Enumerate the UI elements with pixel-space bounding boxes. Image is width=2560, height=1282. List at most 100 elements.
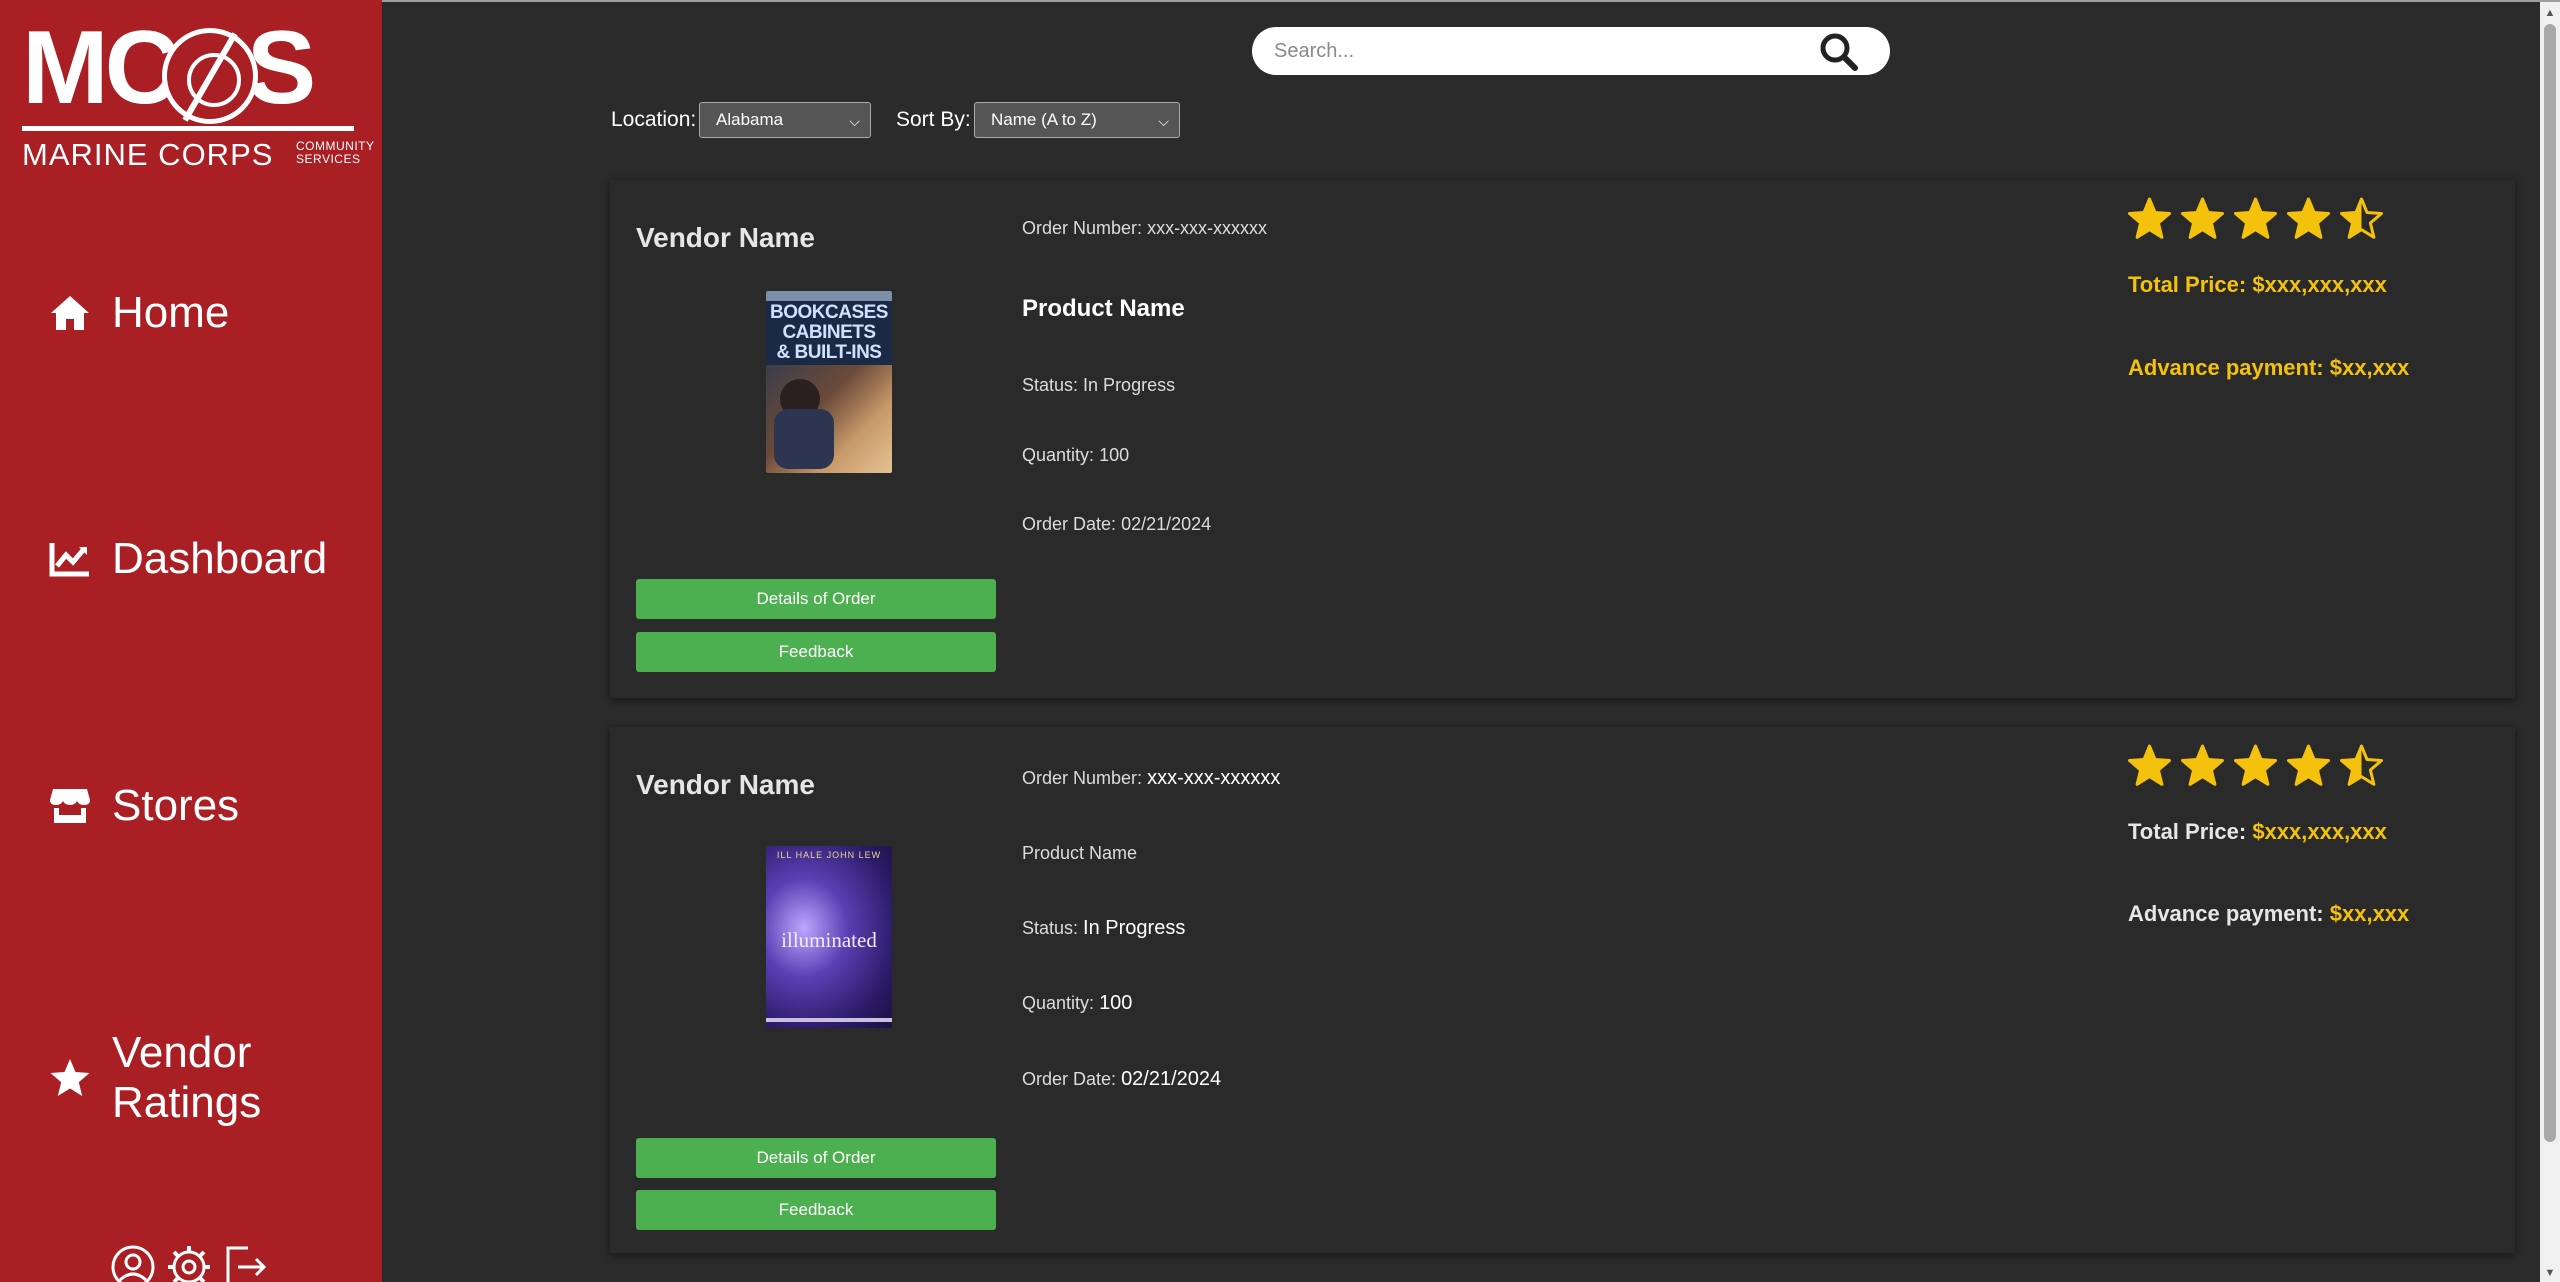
feedback-button[interactable]: Feedback [636,632,996,672]
order-card: Vendor Name BOOKCASES CABINETS & BUILT-I… [610,180,2515,698]
page-scrollbar[interactable]: ▲ ▼ [2540,2,2560,1282]
total-price-value: $xxx,xxx,xxx [2252,819,2387,844]
status-label: Status: [1022,918,1079,938]
advance-payment-value: $xx,xxx [2329,901,2410,926]
advance-payment: Advance payment: $xx,xxx [2128,355,2409,381]
sidebar-item-label: Stores [112,781,240,830]
status-value: In Progress [1083,375,1176,395]
order-number-label: Order Number: [1022,768,1143,788]
logo-services: SERVICES [296,152,361,166]
sidebar-item-vendor-ratings[interactable]: Vendor Ratings [48,1028,261,1128]
advance-payment-value: $xx,xxx [2329,355,2410,380]
order-quantity: Quantity: 100 [1022,992,1132,1015]
mccs-logo[interactable]: MCCS MARINE CORPS COMMUNITY SERVICES [22,16,374,172]
order-number-label: Order Number: [1022,218,1143,238]
logo-rule [22,126,354,131]
quantity-value: 100 [1099,992,1133,1014]
order-status: Status: In Progress [1022,917,1185,940]
sidebar-item-label-line2: Ratings [112,1078,262,1127]
thumbnail-line: BOOKCASES [770,302,888,323]
ega-emblem-icon [162,28,258,124]
scroll-up-arrow-icon[interactable]: ▲ [2540,4,2560,22]
thumbnail-line: CABINETS [782,322,876,343]
sidebar-item-stores[interactable]: Stores [48,781,239,831]
star-full-icon [2287,744,2330,787]
order-number: Order Number: xxx-xxx-xxxxxx [1022,218,1267,239]
order-number-value: xxx-xxx-xxxxxx [1147,767,1281,789]
order-date-label: Order Date: [1022,514,1117,534]
home-icon [48,291,92,335]
advance-payment: Advance payment: $xx,xxx [2128,901,2409,927]
quantity-value: 100 [1099,445,1130,465]
star-full-icon [2128,197,2171,240]
user-profile-icon[interactable] [110,1244,156,1282]
location-select-value: Alabama [716,110,784,129]
quantity-label: Quantity: [1022,993,1095,1013]
star-full-icon [2128,744,2171,787]
order-date-value: 02/21/2024 [1121,514,1212,534]
order-number: Order Number: xxx-xxx-xxxxxx [1022,767,1280,790]
logo-community-services: COMMUNITY SERVICES [296,140,375,166]
product-name: Product Name [1022,843,1138,863]
vendor-rating-stars [2128,744,2383,787]
thumbnail-line: & BUILT-INS [776,342,882,363]
sidebar-bottom-actions [110,1244,268,1282]
total-price: Total Price: $xxx,xxx,xxx [2128,272,2387,298]
order-date: Order Date: 02/21/2024 [1022,1068,1221,1091]
sidebar-item-label: Home [112,288,230,337]
vendor-name: Vendor Name [636,769,815,800]
sort-select[interactable]: Name (A to Z) ⌵ [974,102,1180,138]
vendor-name: Vendor Name [636,222,815,253]
product-thumbnail[interactable]: BOOKCASES CABINETS & BUILT-INS [766,291,892,473]
star-icon [48,1056,92,1100]
thumbnail-authors: ILL HALE JOHN LEW [776,850,882,860]
logout-icon[interactable] [222,1244,268,1282]
sidebar-item-label: Vendor Ratings [112,1028,261,1128]
chevron-down-icon: ⌵ [849,113,860,129]
order-date-label: Order Date: [1022,1069,1117,1089]
thumbnail-title: BOOKCASES CABINETS & BUILT-INS [766,303,892,363]
sidebar-item-label: Dashboard [112,534,328,583]
details-of-order-button[interactable]: Details of Order [636,1138,996,1178]
details-of-order-button[interactable]: Details of Order [636,579,996,619]
star-full-icon [2181,197,2224,240]
sidebar-item-dashboard[interactable]: Dashboard [48,534,327,584]
location-label: Location: [611,108,697,131]
search-input[interactable] [1274,27,1814,75]
star-full-icon [2234,744,2277,787]
star-full-icon [2287,197,2330,240]
sort-label: Sort By: [896,108,971,131]
order-number-value: xxx-xxx-xxxxxx [1147,218,1268,238]
location-select[interactable]: Alabama ⌵ [699,102,871,138]
total-price-value: $xxx,xxx,xxx [2252,272,2387,297]
vendor-rating-stars [2128,197,2383,240]
feedback-button[interactable]: Feedback [636,1190,996,1230]
product-name: Product Name [1022,295,1185,322]
sidebar-item-label-line1: Vendor [112,1028,252,1077]
total-price-label: Total Price: [2128,819,2247,844]
star-half-icon [2340,197,2383,240]
quantity-label: Quantity: [1022,445,1095,465]
advance-payment-label: Advance payment: [2128,355,2324,380]
star-half-icon [2340,744,2383,787]
search-bar [1252,27,1890,75]
order-date-value: 02/21/2024 [1121,1068,1222,1090]
order-quantity: Quantity: 100 [1022,445,1129,466]
chevron-down-icon: ⌵ [1158,113,1169,129]
order-status: Status: In Progress [1022,375,1175,396]
thumbnail-title: illuminated [781,928,877,952]
sidebar-item-home[interactable]: Home [48,288,229,338]
window-top-border [0,0,2560,2]
settings-gear-icon[interactable] [166,1244,212,1282]
total-price-label: Total Price: [2128,272,2247,297]
sort-select-value: Name (A to Z) [991,110,1097,129]
logo-subtitle: MARINE CORPS [22,137,274,172]
sidebar: MCCS MARINE CORPS COMMUNITY SERVICES Hom… [0,0,382,1282]
scroll-down-arrow-icon[interactable]: ▼ [2540,1264,2560,1282]
scrollbar-thumb[interactable] [2544,24,2556,1142]
status-value: In Progress [1083,917,1186,939]
search-icon[interactable] [1818,31,1860,73]
product-thumbnail[interactable]: ILL HALE JOHN LEW illuminated [766,846,892,1028]
order-card: Vendor Name ILL HALE JOHN LEW illuminate… [610,727,2515,1253]
star-full-icon [2234,197,2277,240]
